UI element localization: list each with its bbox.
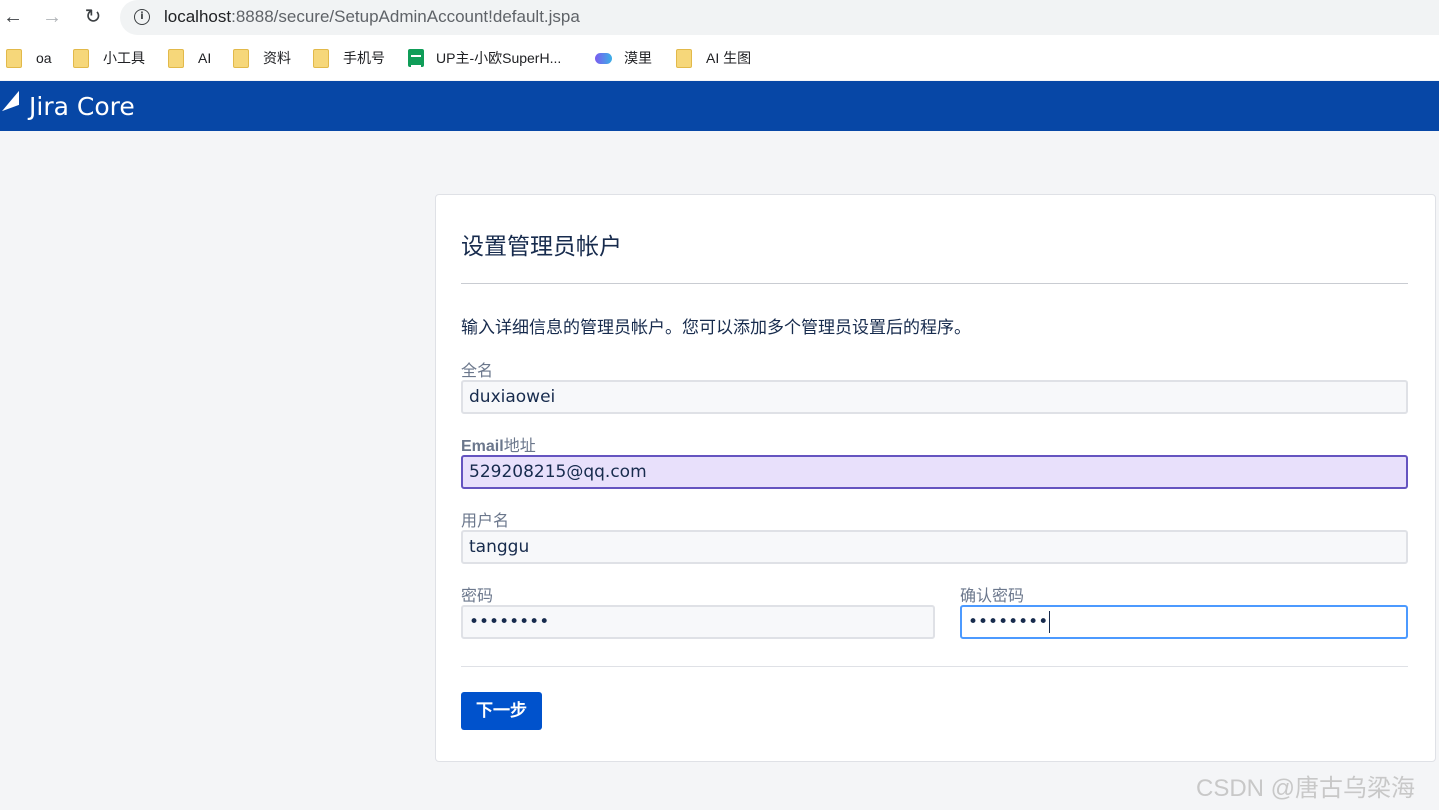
bookmark-ai[interactable]: AI (168, 48, 211, 68)
fullname-label: 全名 (461, 363, 494, 380)
divider (461, 666, 1408, 667)
bookmark-ai-image[interactable]: AI 生图 (676, 48, 751, 68)
app-header: Jira Core (0, 81, 1439, 131)
email-input[interactable]: 529208215@qq.com (461, 455, 1408, 489)
email-label: Email地址 (461, 438, 536, 455)
forward-arrow-icon[interactable]: → (39, 4, 65, 30)
password-input[interactable]: •••••••• (461, 605, 935, 639)
bookmark-phone[interactable]: 手机号 (313, 48, 385, 68)
username-input[interactable]: tanggu (461, 530, 1408, 564)
address-bar[interactable]: i localhost:8888/secure/SetupAdminAccoun… (120, 0, 1439, 35)
username-label: 用户名 (461, 513, 510, 530)
bookmark-materials[interactable]: 资料 (233, 48, 291, 68)
jira-logo-icon[interactable] (2, 90, 19, 112)
watermark: CSDN @唐古乌梁海 (1196, 775, 1416, 802)
folder-icon (6, 48, 22, 68)
site-info-icon[interactable]: i (134, 9, 150, 25)
password-label: 密码 (461, 588, 494, 605)
back-arrow-icon[interactable]: ← (0, 4, 26, 30)
form-description: 输入详细信息的管理员帐户。您可以添加多个管理员设置后的程序。 (461, 318, 971, 337)
bookmark-tools[interactable]: 小工具 (73, 48, 145, 68)
confirm-password-label: 确认密码 (960, 588, 1025, 605)
bookmark-up[interactable]: UP主-小欧SuperH... (408, 48, 561, 68)
spreadsheet-icon (408, 49, 424, 67)
fullname-input[interactable]: duxiaowei (461, 380, 1408, 414)
bookmarks-bar: oa 小工具 AI 资料 手机号 UP主-小欧SuperH... 漠里 AI 生… (0, 36, 1439, 80)
folder-icon (73, 48, 89, 68)
url-text: localhost:8888/secure/SetupAdminAccount!… (164, 7, 580, 26)
next-button[interactable]: 下一步 (461, 692, 542, 730)
page-title: 设置管理员帐户 (461, 233, 622, 259)
setup-admin-panel: 设置管理员帐户 输入详细信息的管理员帐户。您可以添加多个管理员设置后的程序。 全… (435, 194, 1436, 762)
app-name[interactable]: Jira Core (29, 92, 135, 121)
divider (461, 283, 1408, 284)
folder-icon (168, 48, 184, 68)
reload-icon[interactable]: ↻ (80, 4, 106, 30)
bookmark-oa[interactable]: oa (6, 48, 52, 68)
folder-icon (676, 48, 692, 68)
confirm-password-value: •••••••• (968, 612, 1049, 632)
confirm-password-input[interactable]: •••••••• (960, 605, 1408, 639)
folder-icon (313, 48, 329, 68)
folder-icon (233, 48, 249, 68)
text-caret (1049, 611, 1051, 633)
bookmark-moli[interactable]: 漠里 (595, 48, 652, 68)
browser-toolbar: ← → ↻ i localhost:8888/secure/SetupAdmin… (0, 0, 1439, 36)
app-logo-icon (595, 52, 612, 64)
